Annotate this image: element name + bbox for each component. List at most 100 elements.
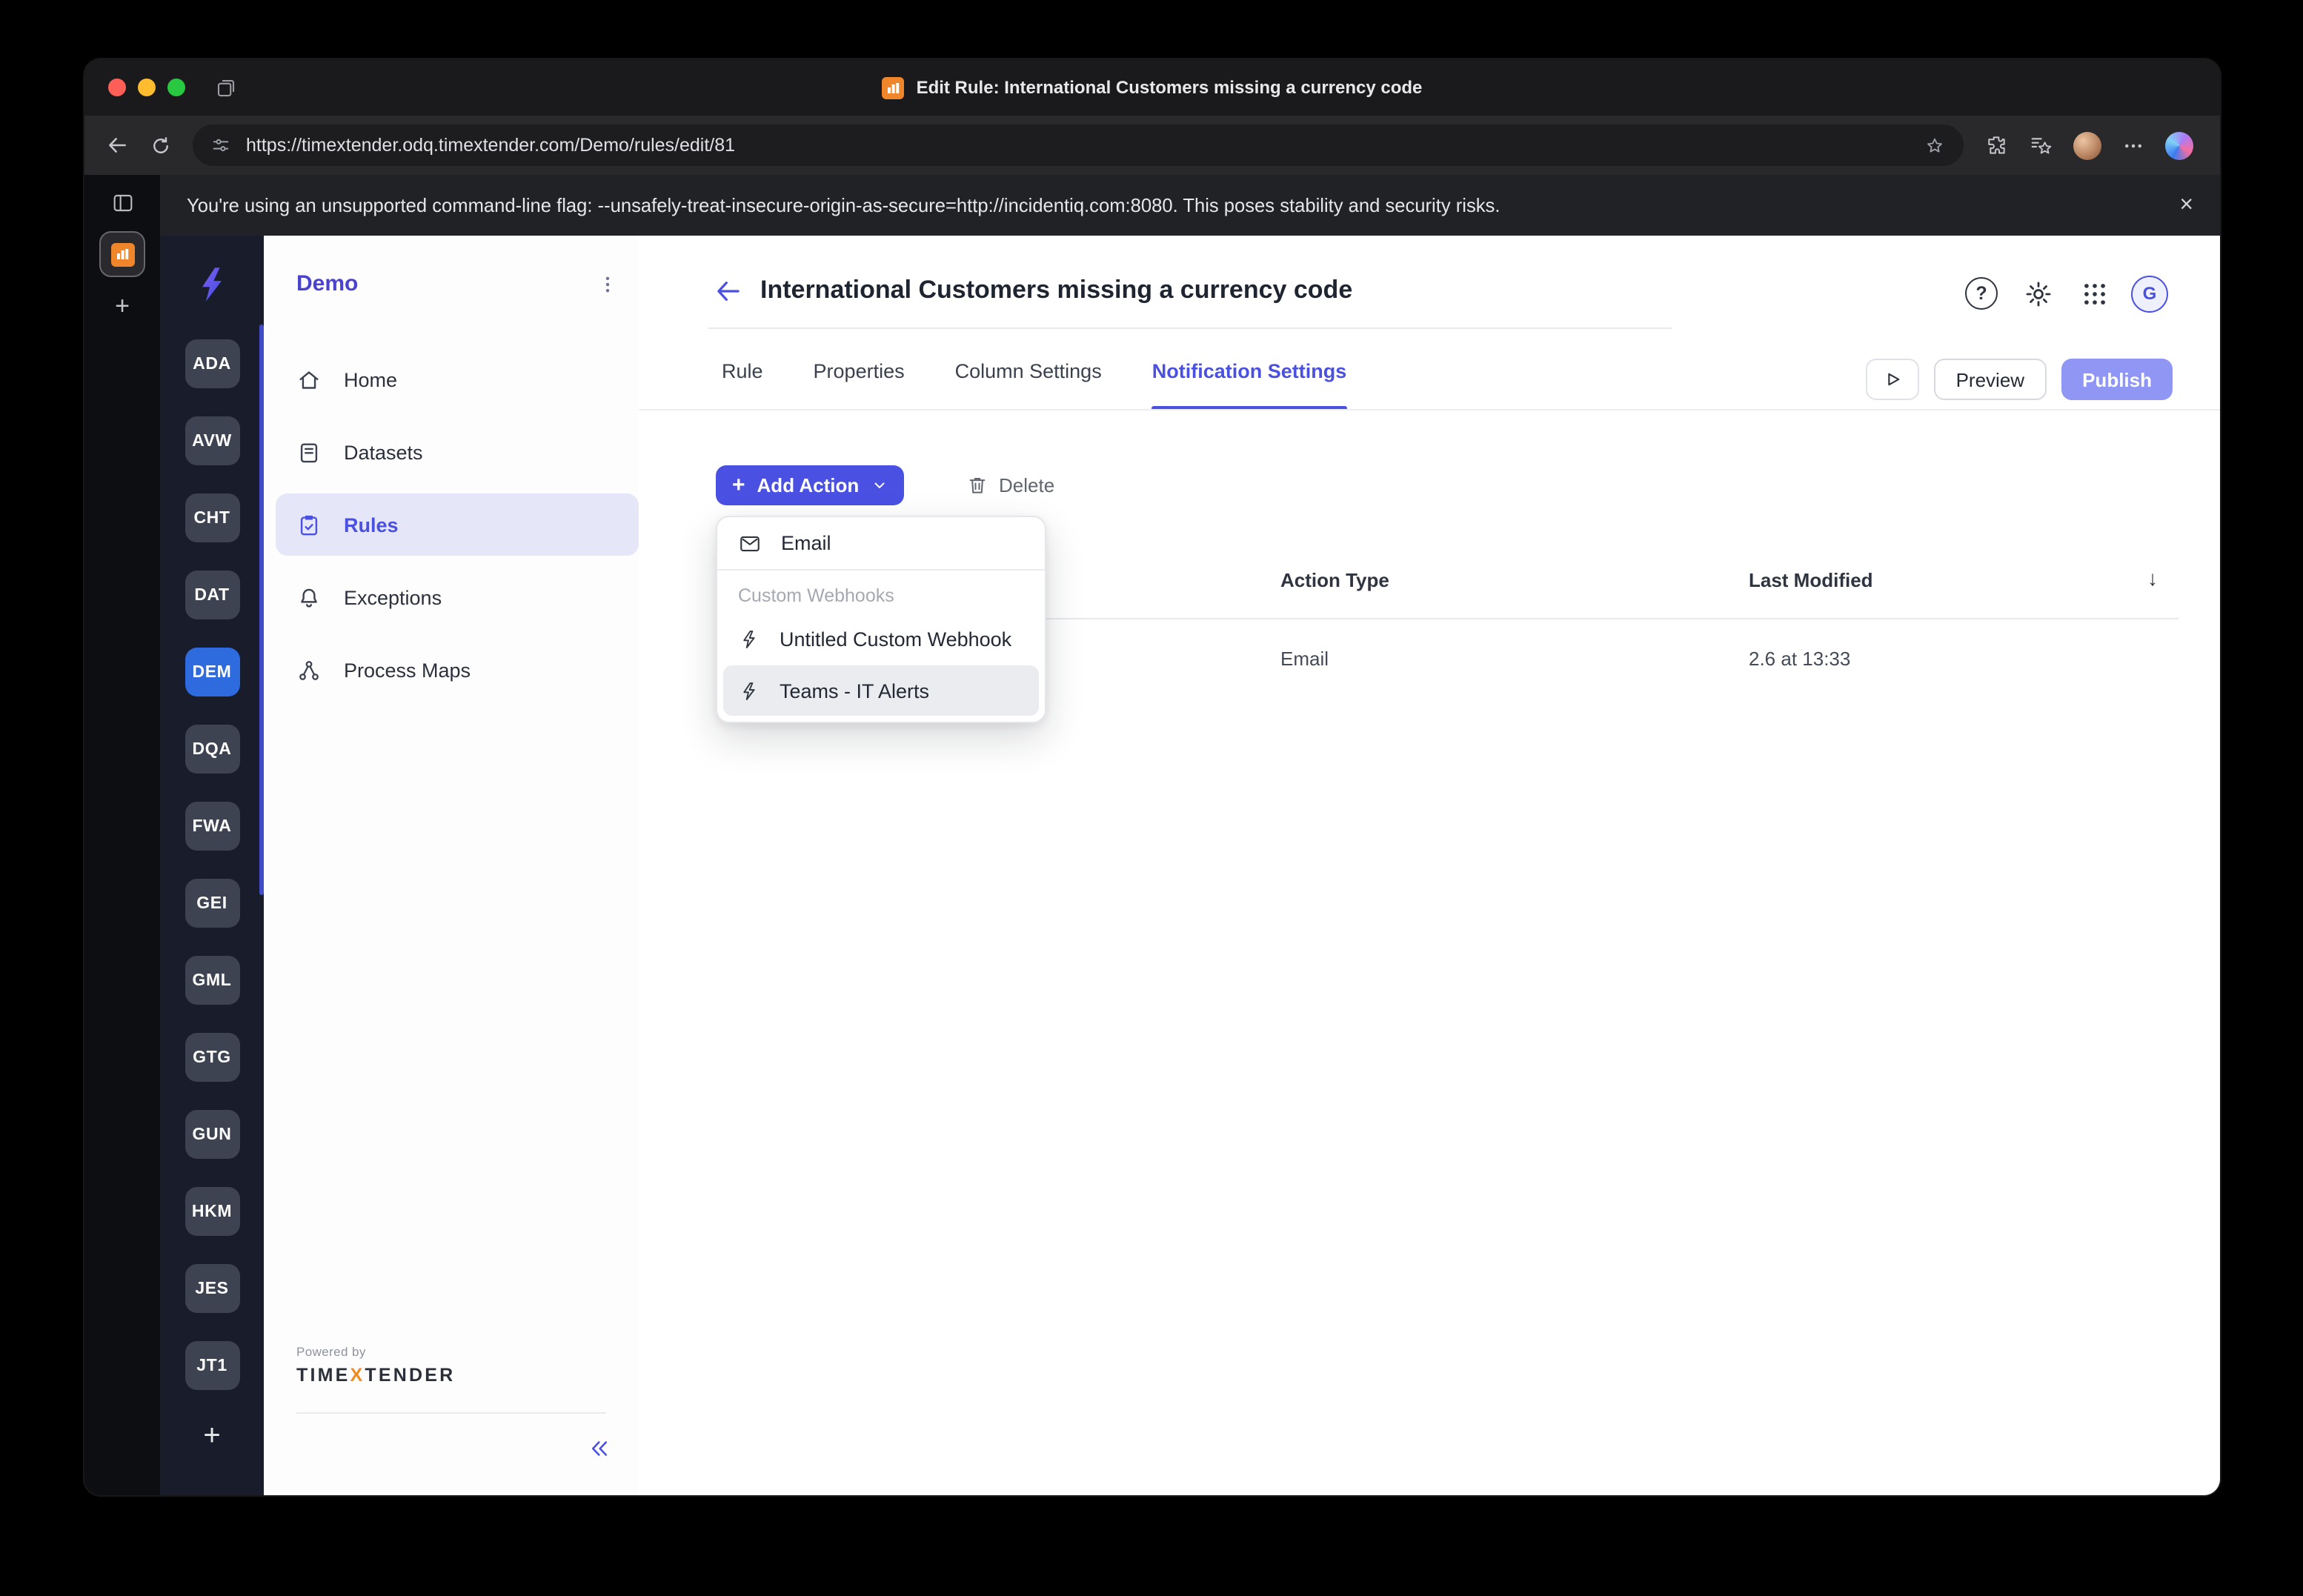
header-divider [708,327,1672,329]
zoom-window-button[interactable] [167,79,185,96]
column-header-action-type[interactable]: Action Type [1280,569,1389,591]
dropdown-item-label: Teams - IT Alerts [780,679,930,702]
rule-tabs: Rule Properties Column Settings Notifica… [722,360,1347,410]
run-button[interactable] [1865,359,1919,400]
address-bar[interactable]: https://timextender.odq.timextender.com/… [193,124,1964,166]
chevron-down-icon [874,482,884,488]
preview-button[interactable]: Preview [1933,359,2047,400]
add-workspace-button[interactable]: + [160,1421,264,1451]
workspace-dqa[interactable]: DQA [185,725,239,774]
bookmark-star-icon[interactable] [1924,134,1946,156]
sidebar-item-datasets[interactable]: Datasets [276,421,639,483]
extensions-icon[interactable] [1984,133,2008,157]
timextender-logo-icon[interactable] [193,265,231,304]
publish-button[interactable]: Publish [2061,359,2173,400]
tab-overview-icon[interactable] [215,76,237,99]
sidebar-item-label: Datasets [344,441,423,463]
workspace-fwa[interactable]: FWA [185,802,239,851]
workspace-cht[interactable]: CHT [185,493,239,542]
dropdown-item-teams-it-alerts[interactable]: Teams - IT Alerts [723,665,1039,716]
webhook-bolt-icon [738,679,760,702]
site-info-icon[interactable] [210,135,231,156]
workspace-gtg[interactable]: GTG [185,1033,239,1082]
sidebar-divider [296,1412,606,1414]
settings-gear-icon[interactable] [2018,274,2057,313]
cell-action-type: Email [1280,648,1329,670]
active-tab: Edit Rule: International Customers missi… [84,59,2220,116]
workspace-hkm[interactable]: HKM [185,1187,239,1236]
workspace-gei[interactable]: GEI [185,879,239,928]
dropdown-item-untitled-custom-webhook[interactable]: Untitled Custom Webhook [717,612,1045,665]
process-maps-icon [296,657,322,682]
workspace-jes[interactable]: JES [185,1264,239,1313]
workspace-list: ADA AVW CHT DAT DEM DQA FWA GEI GML GTG … [185,339,239,1390]
workspace-gml[interactable]: GML [185,956,239,1005]
toolbar-right-icons [1984,131,2199,159]
tab-rule[interactable]: Rule [722,360,763,410]
reading-list-icon[interactable] [2029,133,2053,157]
sidebar-item-exceptions[interactable]: Exceptions [276,566,639,628]
workspace-gun[interactable]: GUN [185,1110,239,1159]
pinned-tab-favicon-icon [110,242,134,266]
window-controls [84,79,185,96]
home-icon [296,367,322,392]
column-header-last-modified[interactable]: Last Modified [1749,569,1873,591]
reload-icon[interactable] [150,134,172,156]
warning-banner: You're using an unsupported command-line… [160,175,2220,236]
rules-icon [296,512,322,537]
pinned-tab[interactable] [99,231,145,277]
minimize-window-button[interactable] [138,79,156,96]
sidebar-nav: Home Datasets Rules Exceptions Process M… [276,348,639,701]
more-menu-icon[interactable] [2122,134,2144,156]
app: ADA AVW CHT DAT DEM DQA FWA GEI GML GTG … [160,236,2220,1495]
sidebar-item-label: Exceptions [344,586,442,608]
dropdown-item-label: Email [781,532,831,554]
close-window-button[interactable] [108,79,126,96]
tab-title: Edit Rule: International Customers missi… [916,77,1423,98]
trash-icon [966,474,988,496]
workspace-ada[interactable]: ADA [185,339,239,388]
webhook-bolt-icon [738,628,760,650]
user-avatar[interactable]: G [2131,275,2168,312]
screen: Edit Rule: International Customers missi… [0,0,2303,1596]
browser-assistant-icon[interactable] [2165,131,2193,159]
workspace-menu-icon[interactable] [597,273,618,294]
main-content: International Customers missing a curren… [639,236,2220,1495]
tabs-divider [639,409,2220,410]
apps-grid-icon[interactable] [2075,274,2113,313]
workspace-dem[interactable]: DEM [185,648,239,696]
add-action-label: Add Action [757,474,860,496]
email-icon [738,531,762,555]
dropdown-item-email[interactable]: Email [717,517,1045,569]
delete-button[interactable]: Delete [966,465,1054,505]
powered-by: Powered by TIMEXTENDER [296,1344,455,1386]
workspace-jt1[interactable]: JT1 [185,1341,239,1390]
workspace-avw[interactable]: AVW [185,416,239,465]
sort-desc-icon[interactable]: ↓ [2147,566,2158,590]
sidebar-item-home[interactable]: Home [276,348,639,410]
sidebar: Demo Home Datasets Rules Exceptions Proc… [264,236,639,1495]
delete-label: Delete [999,474,1055,496]
sidebar-item-process-maps[interactable]: Process Maps [276,639,639,701]
sidebar-item-rules[interactable]: Rules [276,493,639,556]
tab-properties[interactable]: Properties [814,360,905,410]
panel-toggle-icon[interactable] [110,191,134,215]
sidebar-item-label: Rules [344,513,399,536]
tab-column-settings[interactable]: Column Settings [955,360,1102,410]
new-tab-plus-icon[interactable]: + [115,293,130,319]
banner-close-icon[interactable]: × [2179,193,2193,217]
sidebar-item-label: Home [344,368,398,390]
back-icon[interactable] [105,133,129,157]
exceptions-icon [296,585,322,610]
tab-notification-settings[interactable]: Notification Settings [1152,360,1347,410]
url-text: https://timextender.odq.timextender.com/… [246,135,736,156]
profile-avatar[interactable] [2073,131,2101,159]
help-icon[interactable]: ? [1962,274,2001,313]
browser-window: Edit Rule: International Customers missi… [84,59,2220,1495]
collapse-sidebar-icon[interactable] [587,1436,612,1461]
back-arrow-icon[interactable] [713,276,744,307]
add-action-button[interactable]: + Add Action [716,465,904,505]
vertical-tab-strip: + [84,175,160,1495]
workspace-dat[interactable]: DAT [185,571,239,619]
warning-banner-text: You're using an unsupported command-line… [187,194,1501,216]
